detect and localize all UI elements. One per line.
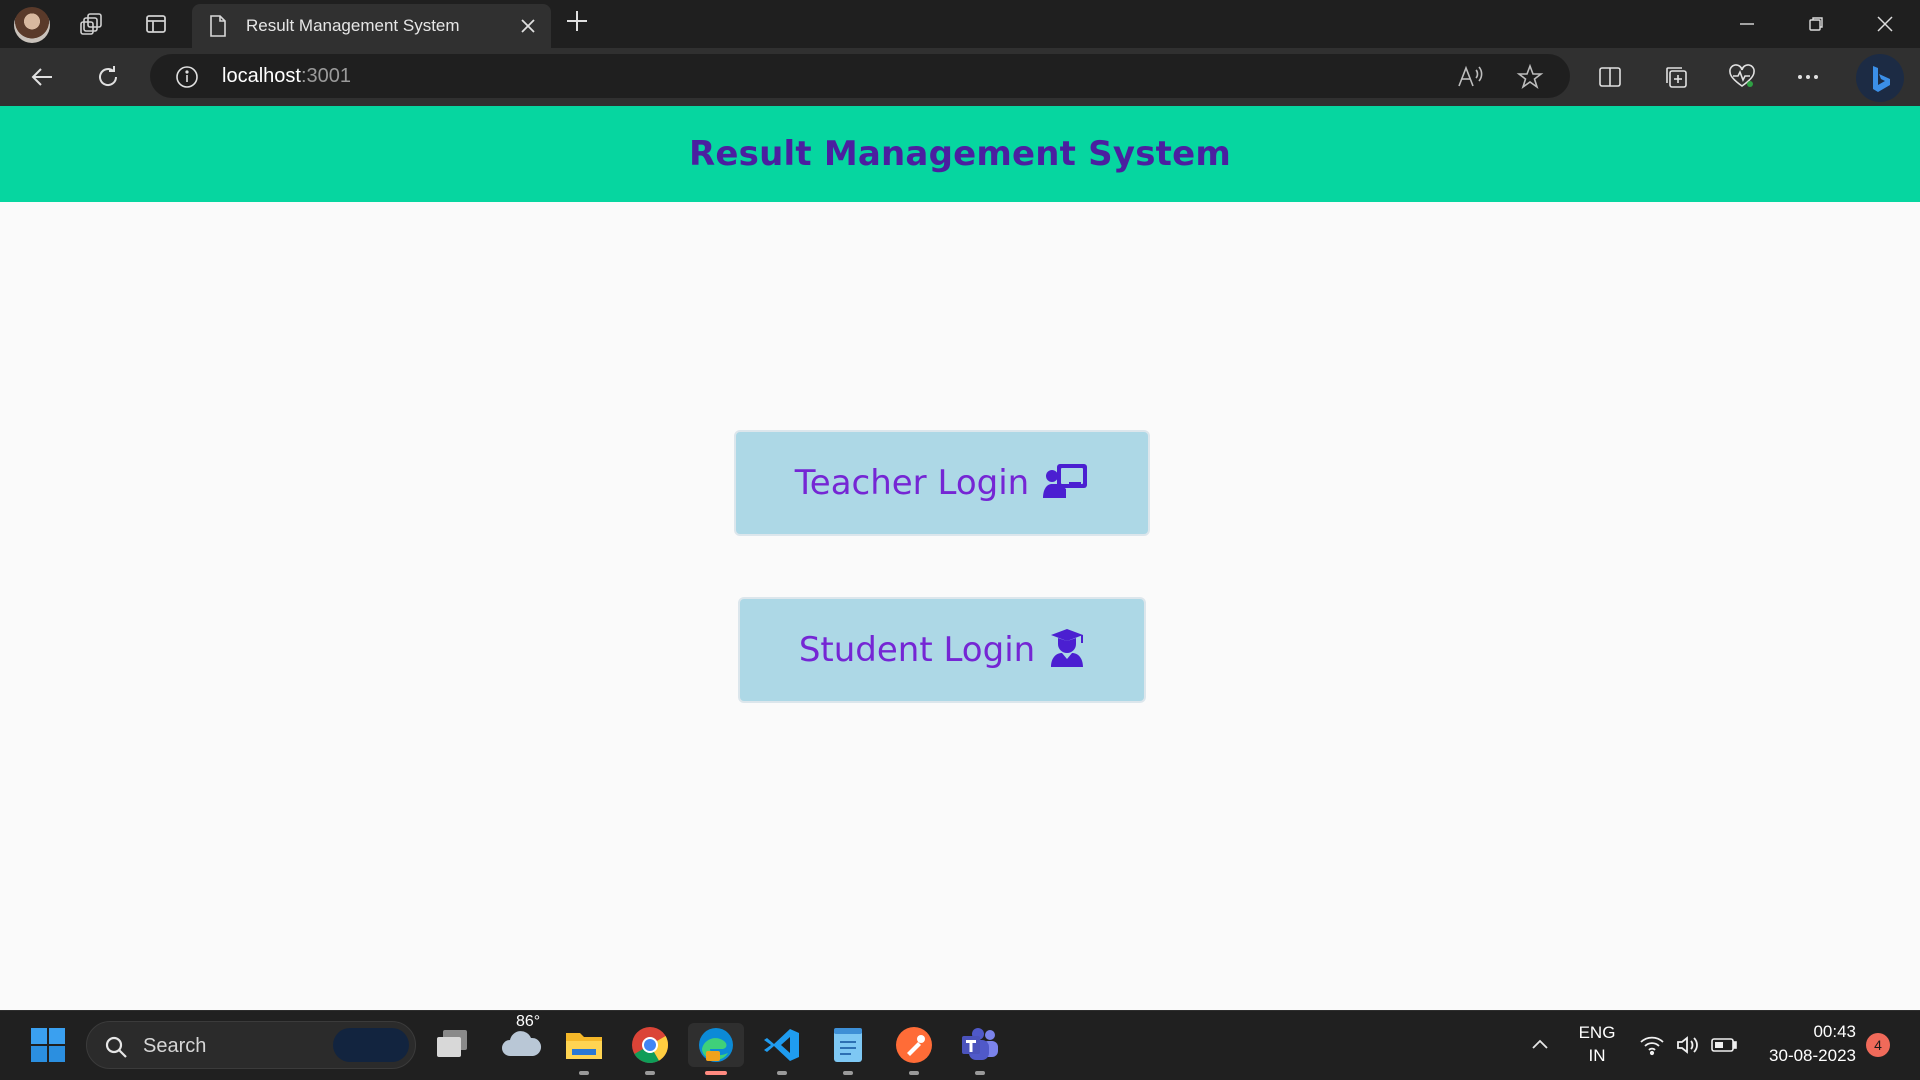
notepad-icon[interactable]	[826, 1023, 870, 1075]
running-indicator	[975, 1071, 985, 1075]
teacher-login-label: Teacher Login	[794, 463, 1030, 503]
app-title: Result Management System	[689, 134, 1231, 174]
notification-badge[interactable]: 4	[1866, 1033, 1890, 1057]
back-icon[interactable]	[24, 59, 60, 95]
chalkboard-teacher-icon	[1043, 462, 1089, 504]
close-tab-icon[interactable]	[514, 12, 542, 44]
running-indicator	[909, 1071, 919, 1075]
weather-temp: 86°	[516, 1013, 541, 1030]
vscode-icon[interactable]	[760, 1023, 804, 1075]
running-indicator	[579, 1071, 589, 1075]
url-port: :3001	[300, 65, 351, 87]
clock-time: 00:43	[1813, 1022, 1856, 1041]
app-body: Teacher Login Student Login	[0, 202, 1920, 1010]
minimize-icon[interactable]	[1729, 6, 1765, 42]
read-aloud-icon[interactable]	[1456, 64, 1484, 94]
postman-icon[interactable]	[892, 1023, 936, 1075]
taskbar-search[interactable]: Search	[86, 1021, 416, 1069]
tab-title: Result Management System	[246, 16, 460, 35]
url-text[interactable]: localhost:3001	[222, 65, 351, 88]
teams-icon[interactable]	[958, 1023, 1002, 1075]
clock-date: 30-08-2023	[1769, 1046, 1856, 1065]
active-tab[interactable]: Result Management System	[192, 4, 551, 48]
student-login-button[interactable]: Student Login	[738, 597, 1146, 703]
refresh-icon[interactable]	[90, 59, 126, 95]
url-host: localhost	[222, 65, 301, 87]
notification-count: 4	[1874, 1037, 1882, 1053]
close-window-icon[interactable]	[1867, 6, 1903, 42]
browser-essentials-icon[interactable]	[1724, 59, 1760, 95]
site-info-icon[interactable]	[174, 64, 200, 94]
profile-avatar[interactable]	[14, 7, 50, 43]
language-code: ENG	[1578, 1023, 1616, 1042]
taskbar: Search 86° ENG IN 00:43 30-08-2023 4	[0, 1010, 1920, 1080]
favorite-star-icon[interactable]	[1516, 63, 1544, 95]
show-hidden-icons-chevron-icon[interactable]	[1518, 1023, 1562, 1067]
windows-start-icon[interactable]	[26, 1023, 70, 1067]
teacher-login-button[interactable]: Teacher Login	[734, 430, 1150, 536]
search-placeholder: Search	[143, 1035, 207, 1057]
running-indicator	[777, 1071, 787, 1075]
active-app-indicator	[705, 1071, 727, 1075]
running-indicator	[843, 1071, 853, 1075]
address-bar[interactable]: localhost:3001	[150, 54, 1570, 98]
app-header: Result Management System	[0, 106, 1920, 202]
restore-icon[interactable]	[1798, 6, 1834, 42]
search-icon	[103, 1034, 129, 1064]
search-highlight-icon	[333, 1028, 409, 1062]
battery-icon[interactable]	[1702, 1023, 1746, 1067]
language-region: IN	[1588, 1046, 1606, 1065]
page-icon	[208, 14, 228, 42]
more-options-icon[interactable]	[1790, 59, 1826, 95]
browser-tab-bar: Result Management System	[0, 0, 1920, 48]
collections-icon[interactable]	[1658, 59, 1694, 95]
chrome-icon[interactable]	[628, 1023, 672, 1075]
weather-widget[interactable]: 86°	[496, 1013, 546, 1067]
student-login-label: Student Login	[798, 630, 1036, 670]
split-screen-icon[interactable]	[1592, 59, 1628, 95]
user-graduate-icon	[1049, 628, 1085, 672]
browser-toolbar: localhost:3001	[0, 48, 1920, 106]
weather-cloud-icon	[500, 1026, 542, 1064]
new-tab-icon[interactable]	[562, 6, 592, 40]
bing-copilot-icon[interactable]	[1856, 54, 1904, 102]
edge-icon[interactable]	[688, 1023, 744, 1075]
vertical-tabs-icon[interactable]	[138, 6, 174, 42]
running-indicator	[645, 1071, 655, 1075]
workspaces-icon[interactable]	[74, 6, 110, 42]
file-explorer-icon[interactable]	[562, 1023, 606, 1075]
task-view-icon[interactable]	[430, 1023, 474, 1067]
